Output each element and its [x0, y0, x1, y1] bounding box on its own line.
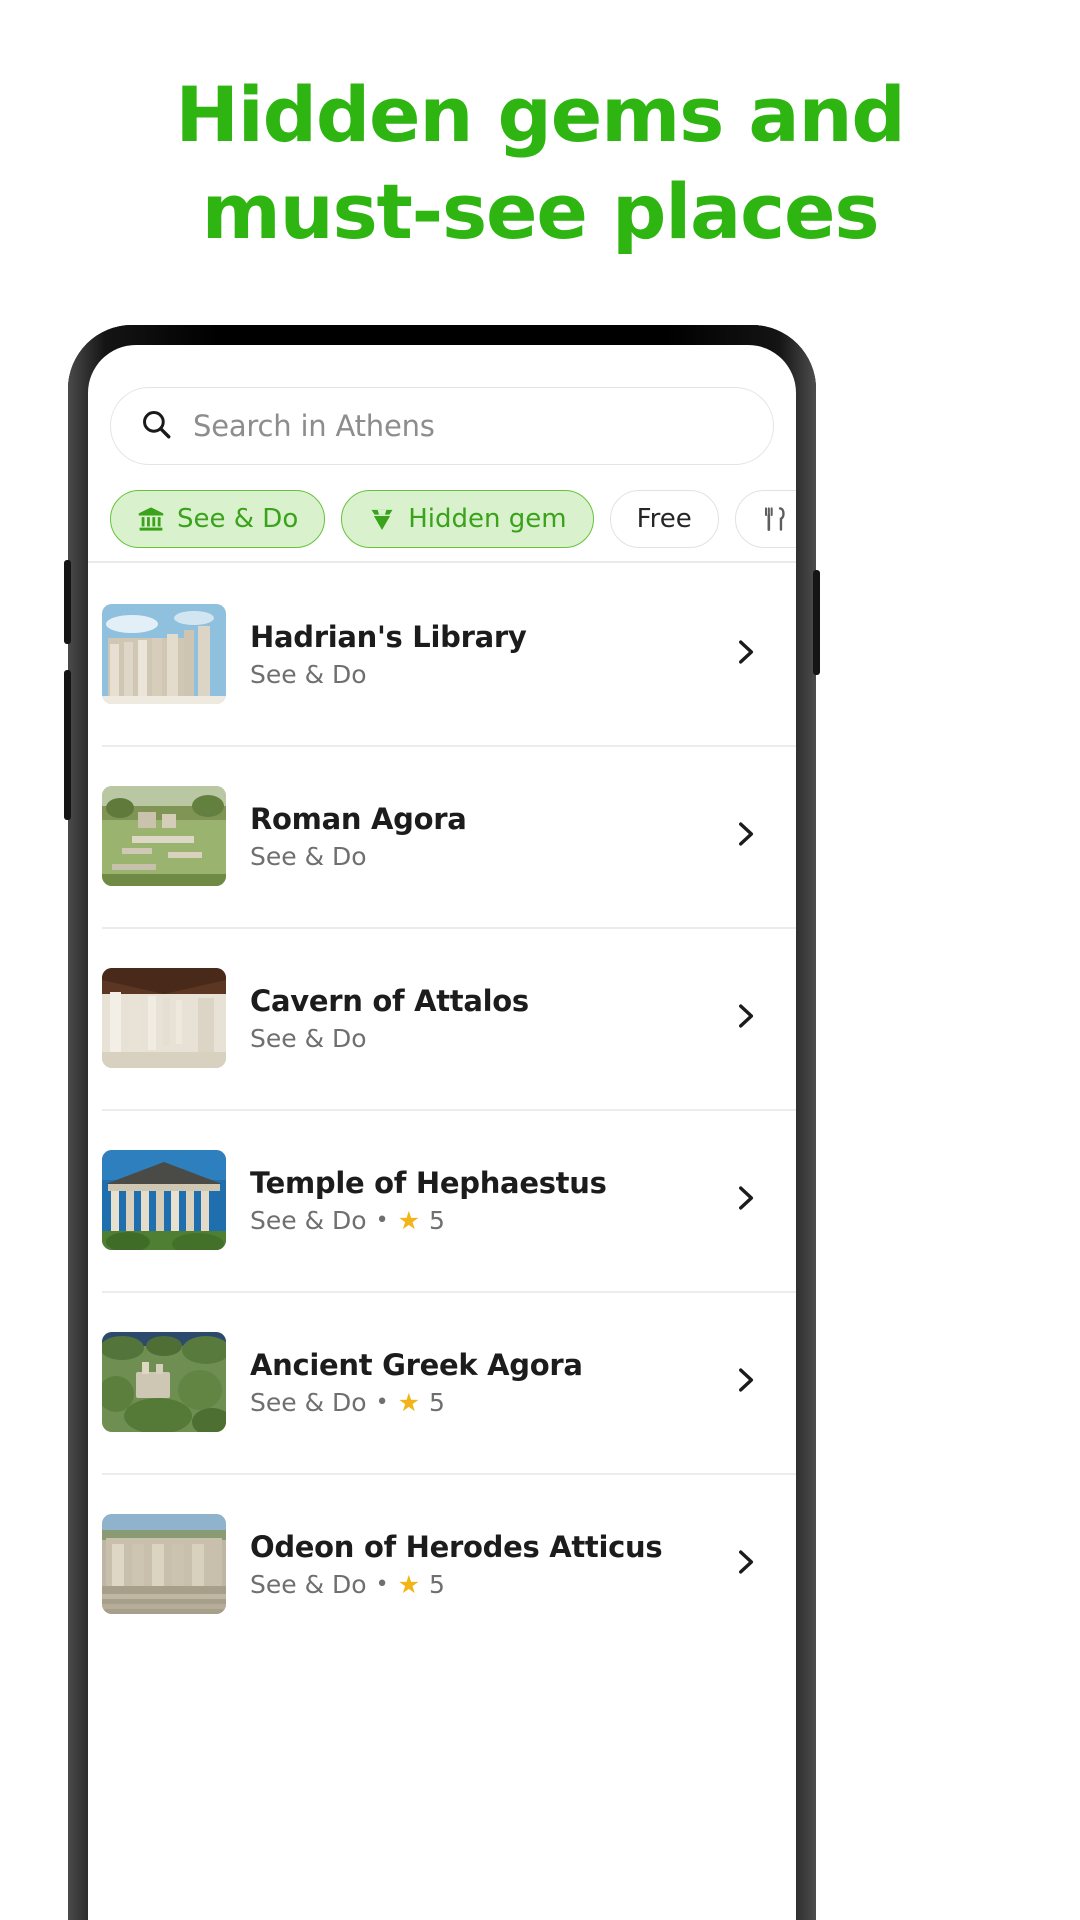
list-item-category: See & Do [250, 1569, 367, 1599]
ancient-greek-agora-thumbnail [102, 1332, 226, 1432]
list-item-title: Hadrian's Library [250, 619, 527, 654]
list-item-category: See & Do [250, 659, 367, 689]
star-icon: ★ [397, 1205, 420, 1235]
list-item-title: Cavern of Attalos [250, 983, 529, 1018]
list-item-text: Ancient Greek Agora See & Do • ★ 5 [250, 1348, 704, 1417]
temple-of-hephaestus-thumbnail [102, 1150, 226, 1250]
list-item[interactable]: Odeon of Herodes Atticus See & Do • ★ 5 [88, 1473, 796, 1655]
filter-chip-label: Hidden gem [408, 504, 567, 534]
roman-agora-thumbnail [102, 786, 226, 886]
chevron-right-icon[interactable] [728, 635, 762, 674]
list-item-category: See & Do [250, 841, 367, 871]
promo-screenshot: Hidden gems and must-see places Search i… [0, 0, 1080, 1920]
list-item[interactable]: Cavern of Attalos See & Do [88, 927, 796, 1109]
headline-line-2: must-see places [201, 167, 880, 257]
search-placeholder: Search in Athens [193, 409, 435, 443]
separator-dot: • [375, 1571, 389, 1597]
chevron-right-icon[interactable] [728, 1545, 762, 1584]
list-item-category: See & Do [250, 1023, 367, 1053]
place-list: Hadrian's Library See & Do Roman Agora S… [88, 563, 796, 1920]
cavern-of-attalos-thumbnail [102, 968, 226, 1068]
list-item-category: See & Do [250, 1387, 367, 1417]
list-item[interactable]: Ancient Greek Agora See & Do • ★ 5 [88, 1291, 796, 1473]
list-item-text: Hadrian's Library See & Do [250, 620, 704, 689]
filter-chip-eat[interactable]: Eat [734, 490, 796, 548]
list-item-text: Cavern of Attalos See & Do [250, 984, 704, 1053]
separator-dot: • [375, 1389, 389, 1415]
chevron-right-icon[interactable] [728, 1181, 762, 1220]
museum-icon [137, 505, 165, 533]
page-title: Hidden gems and must-see places [0, 66, 1080, 261]
list-item-rating: 5 [428, 1205, 445, 1235]
list-item[interactable]: Roman Agora See & Do [88, 745, 796, 927]
volume-down-button[interactable] [64, 670, 71, 820]
list-item[interactable]: Temple of Hephaestus See & Do • ★ 5 [88, 1109, 796, 1291]
chevron-right-icon[interactable] [728, 999, 762, 1038]
filter-chip-see-and-do[interactable]: See & Do [110, 490, 326, 548]
star-icon: ★ [397, 1387, 420, 1417]
diamond-icon [368, 505, 396, 533]
power-button[interactable] [813, 570, 820, 675]
list-item-subtitle: See & Do • ★ 5 [250, 1206, 704, 1235]
filter-chips[interactable]: See & Do Hidden gem Free [110, 488, 796, 550]
list-item-subtitle: See & Do [250, 842, 704, 871]
star-icon: ★ [397, 1569, 420, 1599]
list-item-text: Odeon of Herodes Atticus See & Do • ★ 5 [250, 1530, 704, 1599]
filter-chip-free[interactable]: Free [609, 490, 719, 548]
search-bar[interactable]: Search in Athens [110, 387, 774, 465]
search-input[interactable]: Search in Athens [110, 387, 774, 465]
phone-mockup: Search in Athens See & Do Hidden gem Fre… [64, 325, 820, 1920]
odeon-of-herodes-atticus-thumbnail [102, 1514, 226, 1614]
list-item-subtitle: See & Do [250, 1024, 704, 1053]
list-item-text: Roman Agora See & Do [250, 802, 704, 871]
headline-line-1: Hidden gems and [175, 70, 905, 159]
volume-up-button[interactable] [64, 560, 71, 644]
list-item-subtitle: See & Do [250, 660, 704, 689]
filter-chip-label: See & Do [177, 504, 299, 534]
list-item-title: Temple of Hephaestus [250, 1165, 607, 1200]
list-item[interactable]: Hadrian's Library See & Do [88, 563, 796, 745]
list-item-title: Roman Agora [250, 801, 467, 836]
search-icon [139, 407, 173, 446]
restaurant-icon [762, 506, 788, 532]
list-item-subtitle: See & Do • ★ 5 [250, 1388, 704, 1417]
filter-chip-label: Free [636, 504, 692, 534]
filter-chip-hidden-gem[interactable]: Hidden gem [341, 490, 594, 548]
list-item-rating: 5 [428, 1569, 445, 1599]
list-item-title: Odeon of Herodes Atticus [250, 1529, 663, 1564]
list-item-rating: 5 [428, 1387, 445, 1417]
separator-dot: • [375, 1207, 389, 1233]
chevron-right-icon[interactable] [728, 1363, 762, 1402]
list-item-text: Temple of Hephaestus See & Do • ★ 5 [250, 1166, 704, 1235]
list-item-category: See & Do [250, 1205, 367, 1235]
list-item-subtitle: See & Do • ★ 5 [250, 1570, 704, 1599]
phone-screen: Search in Athens See & Do Hidden gem Fre… [88, 345, 796, 1920]
list-item-title: Ancient Greek Agora [250, 1347, 583, 1382]
chevron-right-icon[interactable] [728, 817, 762, 856]
hadrians-library-thumbnail [102, 604, 226, 704]
